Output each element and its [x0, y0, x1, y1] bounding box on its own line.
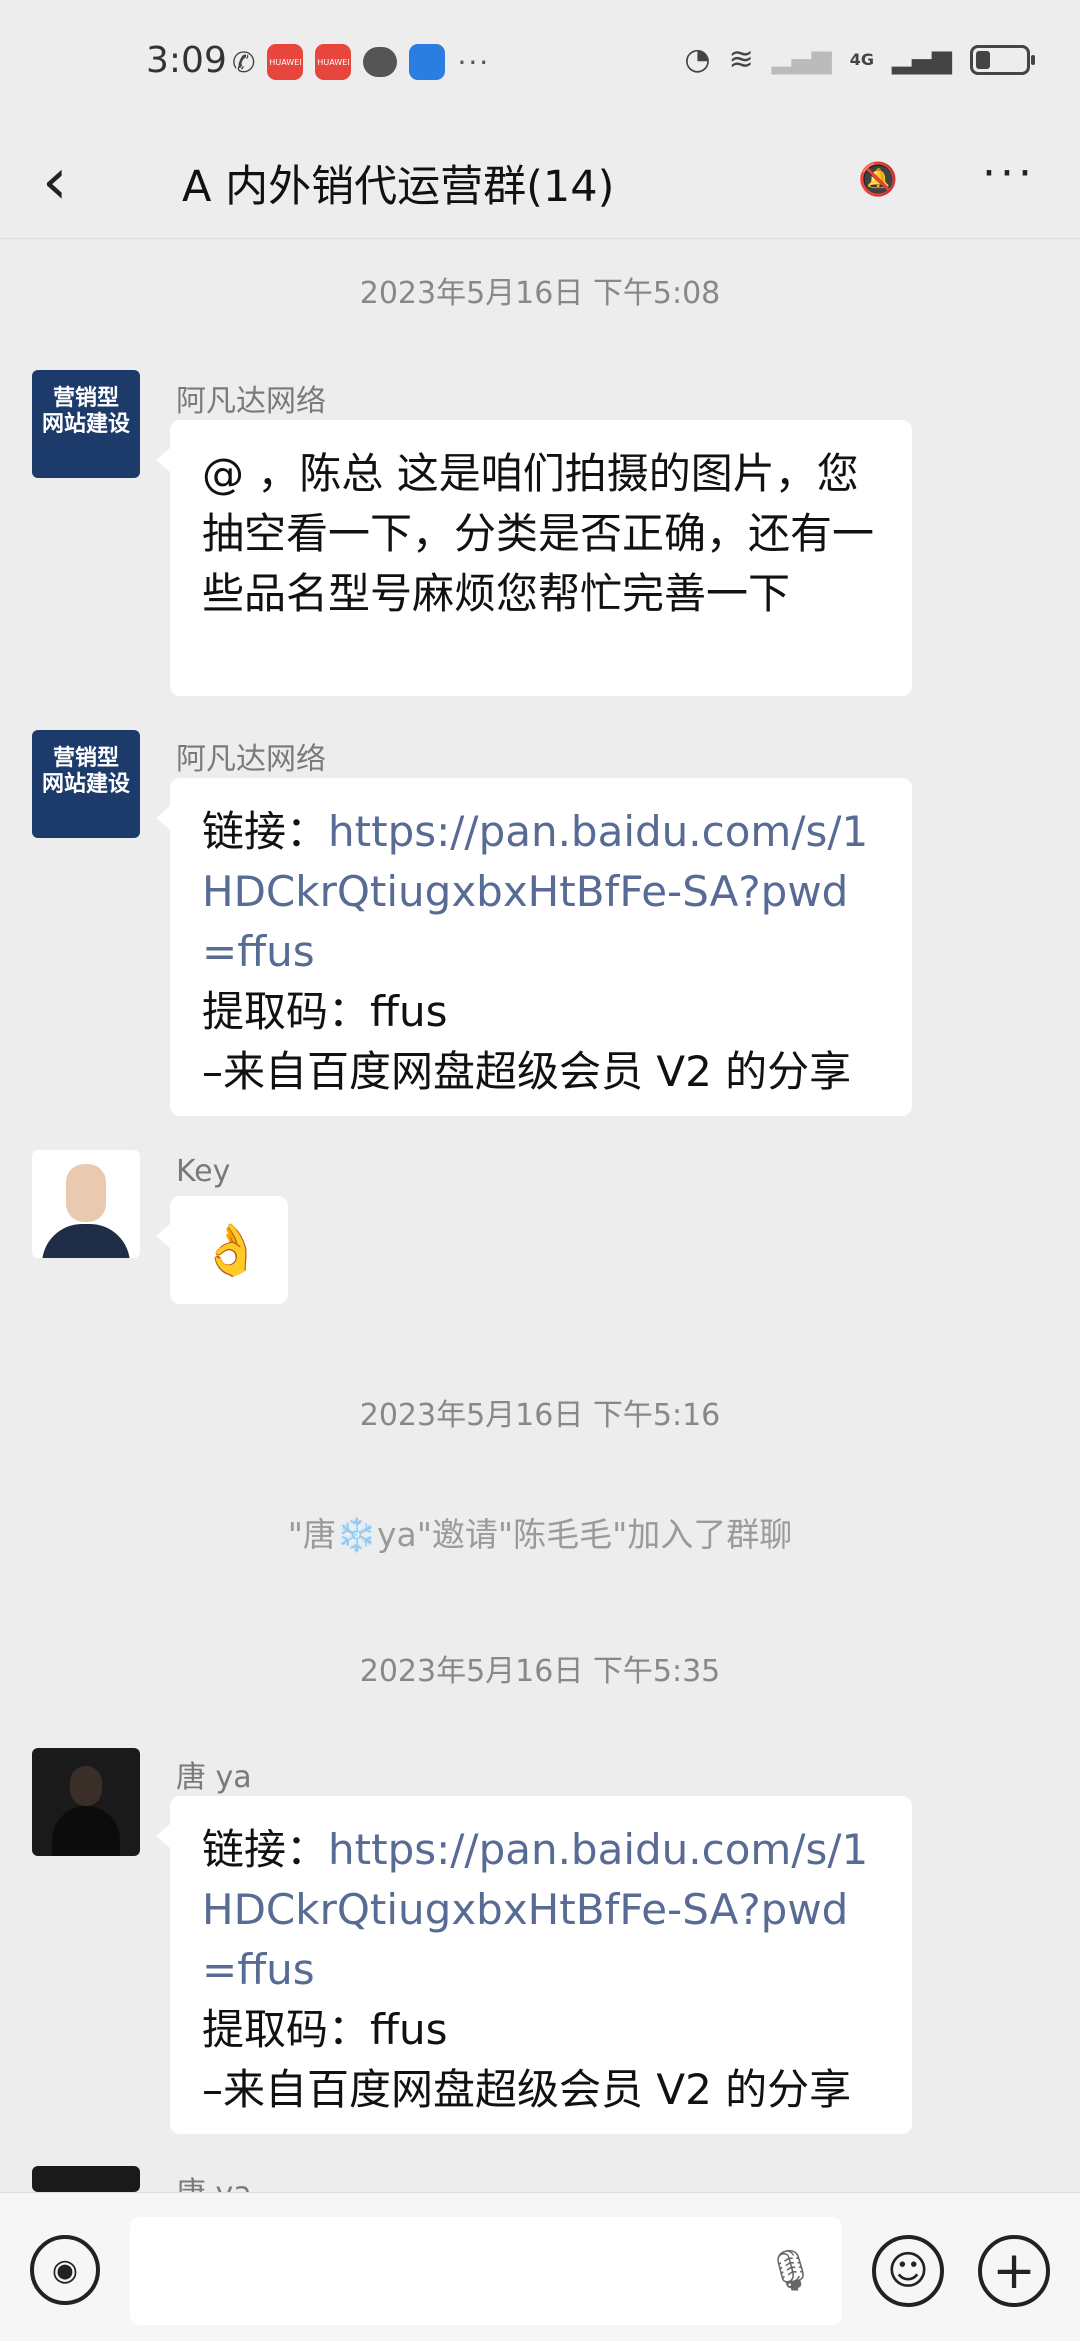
- sender-name: 唐 ya: [176, 2168, 252, 2192]
- sender-name: 阿凡达网络: [176, 742, 326, 777]
- more-button[interactable]: ···: [982, 148, 1036, 199]
- message-bubble[interactable]: 👌: [156, 1196, 288, 1304]
- mute-icon: 🔕: [858, 160, 898, 198]
- huawei-app-icon: HUAWEI: [267, 44, 304, 80]
- notification-icons: ✆ HUAWEI HUAWEI ···: [232, 44, 490, 80]
- back-button[interactable]: ‹: [42, 150, 68, 214]
- share-footer: –来自百度网盘超级会员 V2 的分享: [202, 2065, 852, 2114]
- extract-code: ffus: [370, 987, 448, 1036]
- wifi-icon: ≋: [728, 42, 754, 77]
- missed-call-icon: ✆: [232, 45, 256, 79]
- input-bar: ◉ 🎙 ☺ +: [0, 2192, 1080, 2341]
- extract-code: ffus: [370, 2005, 448, 2054]
- code-label: 提取码：: [202, 2005, 371, 2054]
- status-bar: 3:09 ✆ HUAWEI HUAWEI ··· ◔ ≋ ▂▄▆ 4G ▂▄▆: [0, 0, 1080, 130]
- avatar[interactable]: [32, 2166, 140, 2192]
- ok-hand-emoji: 👌: [200, 1221, 263, 1279]
- message-bubble[interactable]: 链接：https://pan.baidu.com/s/1HDCkrQtiugxb…: [156, 1796, 912, 2134]
- sender-name: 阿凡达网络: [176, 384, 326, 419]
- system-icons: ◔ ≋ ▂▄▆ 4G ▂▄▆: [684, 42, 1035, 77]
- more-notifications-icon: ···: [457, 45, 491, 79]
- avatar[interactable]: [32, 1748, 140, 1856]
- chat-header: ‹ A 内外销代运营群(14) 🔕 ···: [0, 130, 1080, 239]
- avatar[interactable]: 营销型 网站建设: [32, 730, 140, 838]
- message-icon: [363, 47, 398, 77]
- message-bubble[interactable]: 链接：https://pan.baidu.com/s/1HDCkrQtiugxb…: [156, 778, 912, 1116]
- message-text: @ ，陈总 这是咱们拍摄的图片，您抽空看一下，分类是否正确，还有一些品名型号麻烦…: [202, 449, 875, 618]
- system-message: "唐❄️ya"邀请"陈毛毛"加入了群聊: [287, 1515, 793, 1554]
- app-notification-icon: [409, 44, 446, 80]
- avatar[interactable]: 营销型 网站建设: [32, 370, 140, 478]
- sender-name: Key: [176, 1154, 231, 1189]
- signal-icon: ▂▄▆: [771, 44, 832, 75]
- speed-icon: ◔: [684, 42, 711, 77]
- message-bubble[interactable]: @ ，陈总 这是咱们拍摄的图片，您抽空看一下，分类是否正确，还有一些品名型号麻烦…: [156, 420, 912, 696]
- link-label: 链接：: [202, 807, 329, 856]
- message-input[interactable]: 🎙: [130, 2217, 842, 2325]
- status-time: 3:09: [146, 40, 227, 81]
- link-label: 链接：: [202, 1825, 329, 1874]
- network-type: 4G: [849, 50, 874, 69]
- battery-icon: [970, 44, 1035, 75]
- chat-title: A 内外销代运营群(14): [182, 162, 615, 212]
- huawei-app-icon-2: HUAWEI: [315, 44, 352, 80]
- signal-icon-2: ▂▄▆: [892, 44, 952, 75]
- timestamp: 2023年5月16日 下午5:16: [359, 1398, 721, 1433]
- plus-icon[interactable]: +: [978, 2235, 1050, 2307]
- share-footer: –来自百度网盘超级会员 V2 的分享: [202, 1047, 852, 1096]
- code-label: 提取码：: [202, 987, 371, 1036]
- avatar[interactable]: [32, 1150, 140, 1258]
- voice-icon[interactable]: ◉: [30, 2235, 100, 2305]
- sender-name: 唐 ya: [176, 1760, 252, 1795]
- timestamp: 2023年5月16日 下午5:08: [359, 276, 721, 311]
- timestamp: 2023年5月16日 下午5:35: [359, 1654, 721, 1689]
- microphone-icon[interactable]: 🎙: [765, 2247, 816, 2294]
- emoji-icon[interactable]: ☺: [872, 2235, 944, 2307]
